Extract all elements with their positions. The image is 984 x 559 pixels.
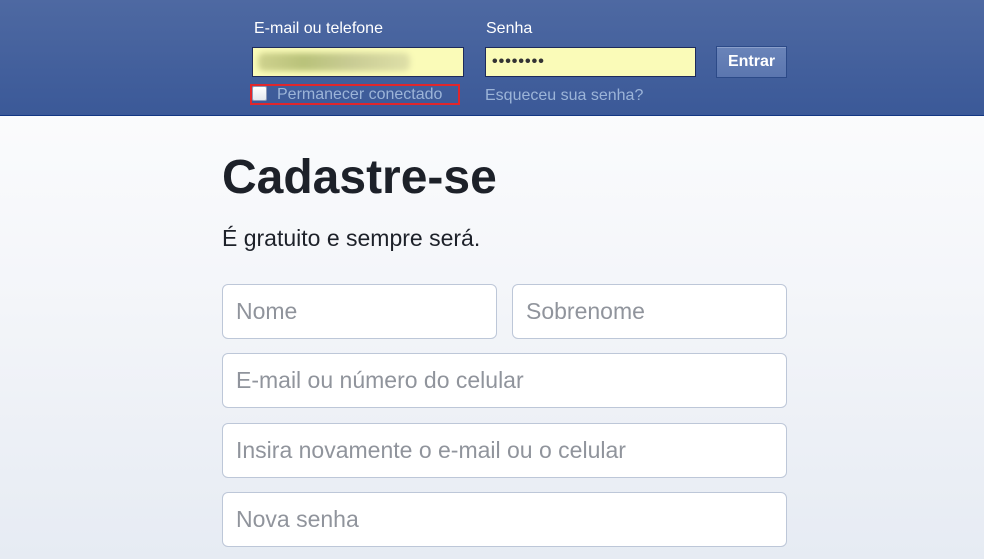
login-email-input[interactable] — [252, 47, 464, 77]
login-password-input[interactable] — [485, 47, 696, 77]
first-name-input[interactable] — [222, 284, 497, 339]
signup-email-confirm-input[interactable] — [222, 423, 787, 478]
signup-subtitle: É gratuito e sempre será. — [222, 225, 481, 251]
login-header-bar: E-mail ou telefone Senha Entrar Permanec… — [0, 0, 984, 116]
last-name-input[interactable] — [512, 284, 787, 339]
email-label: E-mail ou telefone — [254, 20, 383, 37]
signup-new-password-input[interactable] — [222, 492, 787, 547]
signup-title: Cadastre-se — [222, 151, 497, 204]
forgot-password-link[interactable]: Esqueceu sua senha? — [485, 87, 643, 105]
keep-logged-in-label[interactable]: Permanecer conectado — [277, 86, 442, 104]
keep-logged-in-checkbox[interactable] — [252, 86, 267, 101]
login-submit-button[interactable]: Entrar — [716, 46, 787, 78]
password-label: Senha — [486, 20, 533, 37]
signup-email-input[interactable] — [222, 353, 787, 408]
